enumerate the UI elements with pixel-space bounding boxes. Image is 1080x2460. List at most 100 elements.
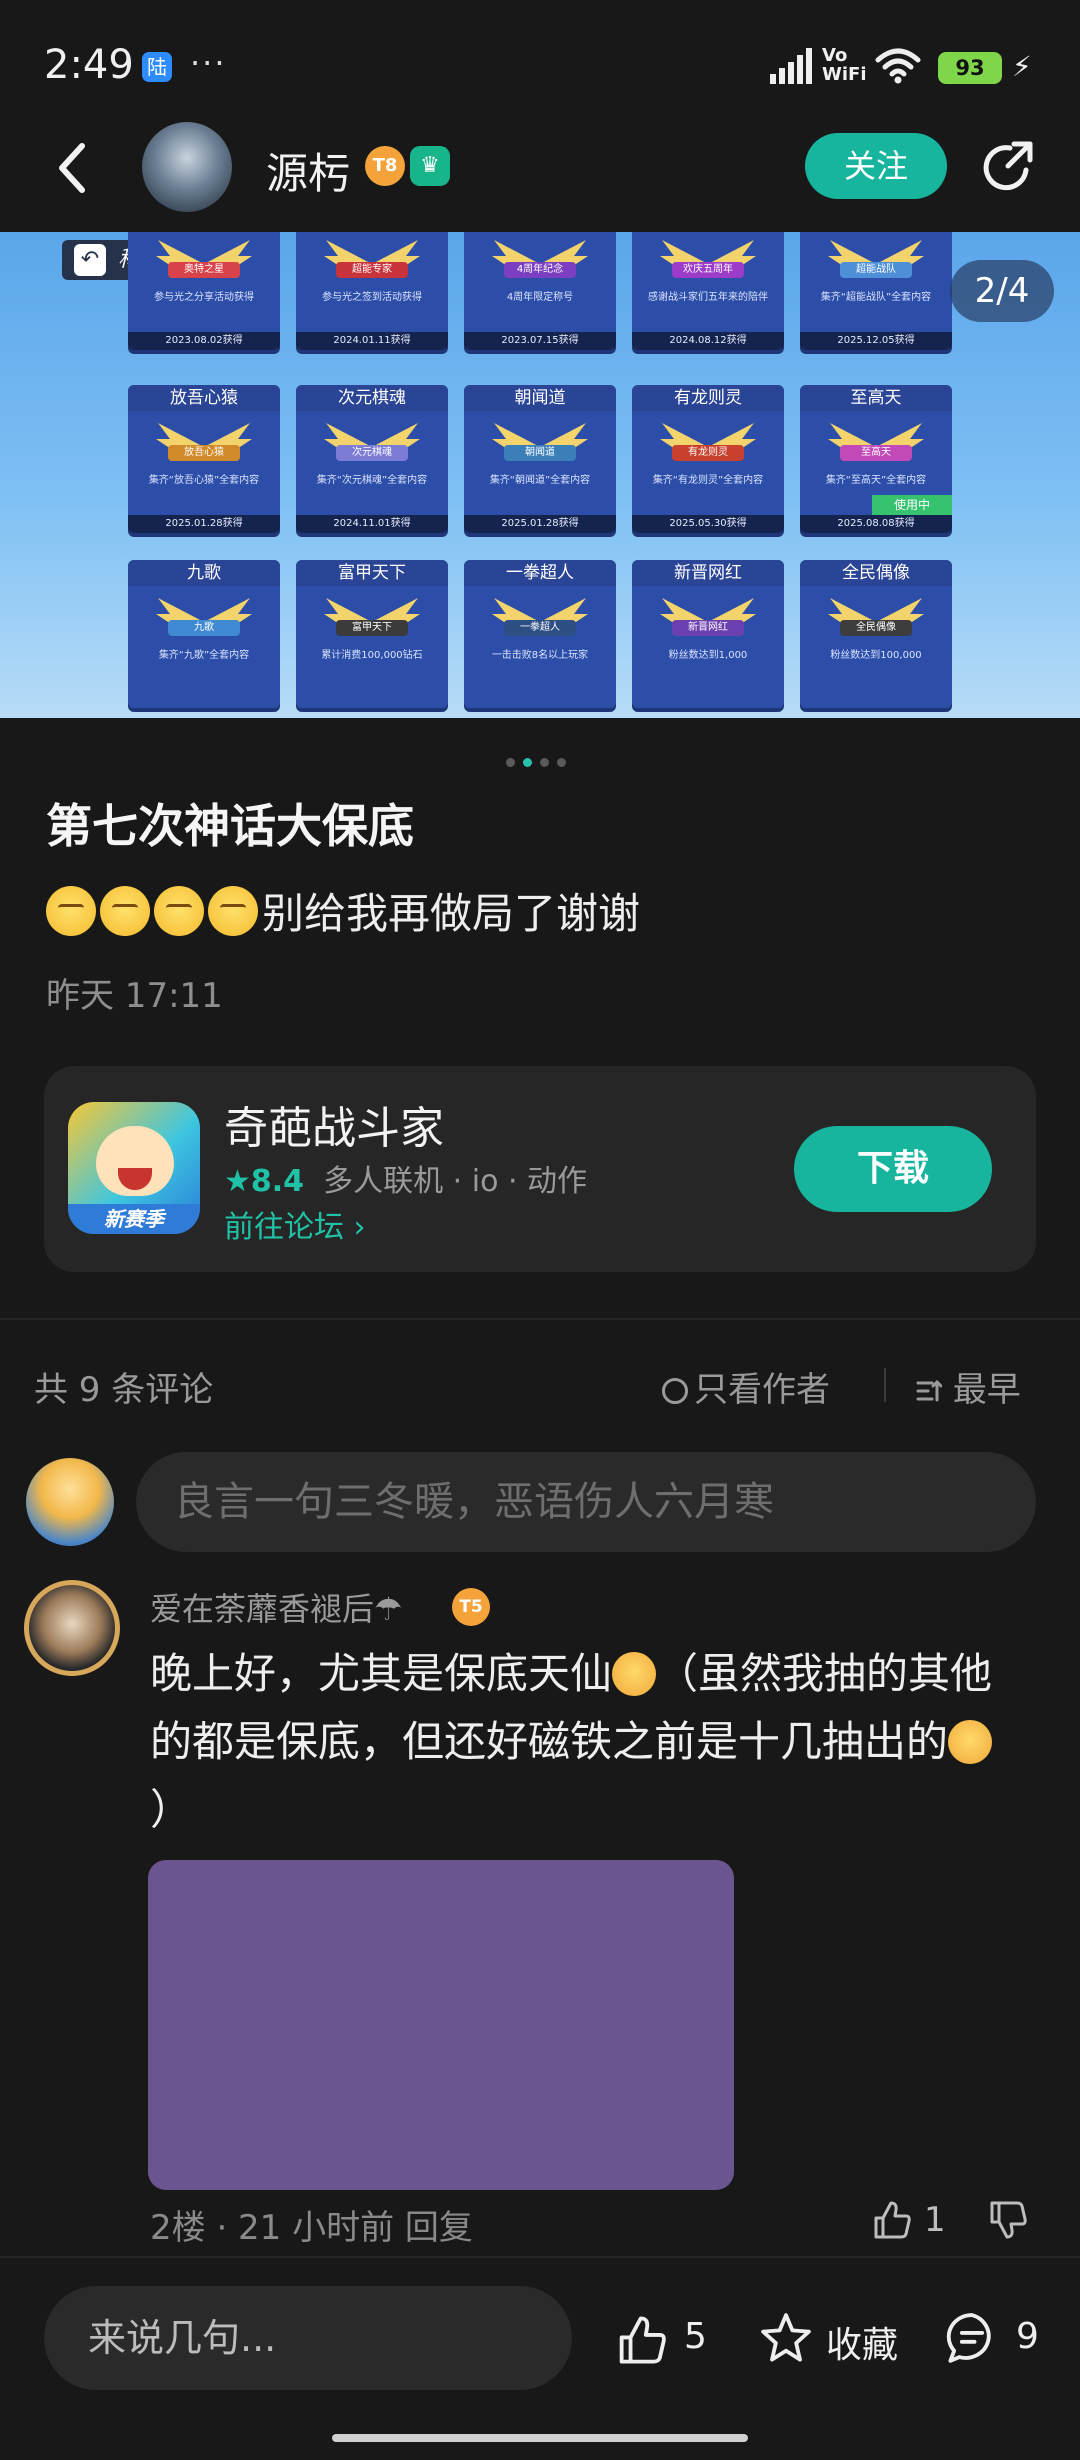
game-name[interactable]: 奇葩战斗家	[224, 1092, 444, 1156]
radio-circle-icon	[662, 1378, 688, 1404]
like-count: 5	[684, 2316, 707, 2357]
umbrella-icon: ☂	[374, 1590, 403, 1628]
title-tile[interactable]: 朝闻道 朝闻道 集齐“朝闻道”全套内容 2025.01.28获得	[464, 385, 616, 533]
title-emblem-label: 一拳超人	[504, 620, 576, 636]
toolbar-separator	[884, 1368, 886, 1402]
bottom-comment-input[interactable]: 来说几句...	[44, 2286, 572, 2390]
title-tile[interactable]: 全民偶像 全民偶像 粉丝数达到100,000	[800, 560, 952, 708]
post-body: 别给我再做局了谢谢	[46, 880, 640, 941]
charging-icon: ⚡	[1012, 50, 1032, 83]
back-arrow-icon[interactable]	[52, 138, 92, 198]
download-button[interactable]: 下载	[794, 1126, 992, 1212]
comment-dislike-icon[interactable]	[986, 2198, 1030, 2242]
title-emblem-label: 4周年纪念	[504, 262, 576, 278]
share-icon[interactable]	[980, 138, 1038, 196]
title-tile[interactable]: 超能专家超能专家参与光之签到活动获得2024.01.11获得	[296, 232, 448, 350]
commenter-name[interactable]: 爱在荼蘼香褪后☂	[150, 1584, 403, 1630]
follow-button[interactable]: 关注	[805, 133, 947, 199]
game-meta: ★8.4 多人联机 · io · 动作	[224, 1156, 587, 1200]
game-score: 8.4	[250, 1164, 305, 1199]
comment-image[interactable]	[148, 1860, 734, 2190]
bottom-bar-divider	[0, 2256, 1080, 2258]
title-tile-caption: 新晋网红	[632, 560, 784, 586]
carousel-page-indicator: 2/4	[950, 260, 1054, 322]
title-emblem-label: 奥特之星	[168, 262, 240, 278]
comment-count: 共 9 条评论	[34, 1370, 214, 1410]
title-tile-caption: 至高天	[800, 385, 952, 411]
title-tile-description: 粉丝数达到1,000	[668, 650, 748, 661]
title-tile-description: 感谢战斗家们五年来的陪伴	[648, 292, 768, 303]
sort-toggle[interactable]: 最早	[916, 1362, 1021, 1411]
title-tile[interactable]: 富甲天下 富甲天下 累计消费100,000钻石	[296, 560, 448, 708]
section-divider	[0, 1318, 1080, 1320]
author-name[interactable]: 源杇	[266, 140, 350, 201]
title-tile-caption: 九歌	[128, 560, 280, 586]
comment-text: 晚上好，尤其是保底天仙 （虽然我抽的其他的都是保底，但还好磁铁之前是十几抽出的）	[150, 1640, 1020, 1844]
title-tile[interactable]: 超能战队超能战队集齐“超能战队”全套内容2025.12.05获得	[800, 232, 952, 350]
heart-eyes-emoji-icon	[948, 1720, 993, 1764]
title-tile-caption: 全民偶像	[800, 560, 952, 586]
title-tile[interactable]: 有龙则灵 有龙则灵 集齐“有龙则灵”全套内容 2025.05.30获得	[632, 385, 784, 533]
sort-label: 最早	[952, 1370, 1021, 1410]
sort-icon	[916, 1379, 943, 1402]
title-grid: 奥特之星奥特之星参与光之分享活动获得2023.08.02获得超能专家超能专家参与…	[128, 232, 968, 718]
title-tile-description: 参与光之分享活动获得	[154, 292, 254, 303]
carousel-dot-active	[523, 758, 532, 767]
title-tile-caption: 朝闻道	[464, 385, 616, 411]
title-tile[interactable]: 欢庆五周年欢庆五周年感谢战斗家们五年来的陪伴2024.08.12获得	[632, 232, 784, 350]
game-tags: 多人联机 · io · 动作	[323, 1164, 588, 1199]
title-tile-description: 一击击败8名以上玩家	[491, 650, 589, 661]
home-indicator[interactable]	[332, 2434, 748, 2442]
comment-total-count: 9	[1016, 2316, 1039, 2357]
star-icon: ★	[224, 1164, 251, 1199]
image-carousel[interactable]: ↶ 称号 奥特之星奥特之星参与光之分享活动获得2023.08.02获得超能专家超…	[0, 232, 1080, 718]
title-tile-date: 2025.01.28获得	[128, 515, 280, 533]
title-tile-caption: 一拳超人	[464, 560, 616, 586]
trophy-badge-icon: ♛	[410, 146, 450, 186]
title-tile-caption: 有龙则灵	[632, 385, 784, 411]
title-emblem-label: 朝闻道	[504, 445, 576, 461]
title-emblem-label: 新晋网红	[672, 620, 744, 636]
title-emblem-label: 欢庆五周年	[672, 262, 744, 278]
title-tile[interactable]: 4周年纪念4周年纪念4周年限定称号2023.07.15获得	[464, 232, 616, 350]
like-icon[interactable]	[612, 2312, 672, 2368]
title-tile[interactable]: 九歌 九歌 集齐“九歌”全套内容	[128, 560, 280, 708]
commenter-avatar[interactable]	[24, 1580, 120, 1676]
author-avatar[interactable]	[142, 122, 232, 212]
title-tile-caption: 放吾心猿	[128, 385, 280, 411]
title-tile-description: 集齐“至高天”全套内容	[825, 475, 927, 486]
forum-link[interactable]: 前往论坛 ›	[224, 1202, 366, 1246]
title-tile-date: 2023.08.02获得	[128, 332, 280, 350]
title-tile-description: 集齐“超能战队”全套内容	[820, 292, 932, 303]
carousel-dot	[540, 758, 549, 767]
title-emblem-label: 全民偶像	[840, 620, 912, 636]
title-tile[interactable]: 奥特之星奥特之星参与光之分享活动获得2023.08.02获得	[128, 232, 280, 350]
author-only-toggle[interactable]: 只看作者	[662, 1362, 830, 1411]
comment-bubble-icon[interactable]	[942, 2310, 1002, 2366]
title-tile[interactable]: 新晋网红 新晋网红 粉丝数达到1,000	[632, 560, 784, 708]
comment-text-part: 晚上好，尤其是保底天仙	[150, 1649, 613, 1698]
game-app-icon[interactable]: 新赛季	[68, 1102, 200, 1234]
star-favorite-icon[interactable]	[756, 2310, 816, 2366]
title-emblem-label: 至高天	[840, 445, 912, 461]
eye-roll-emoji-icon	[46, 886, 96, 936]
title-tile-description: 参与光之签到活动获得	[322, 292, 422, 303]
title-tile-date: 2025.08.08获得	[800, 515, 952, 533]
game-icon-tag: 新赛季	[68, 1204, 200, 1234]
commenter-level-badge-icon: T5	[452, 1588, 490, 1626]
status-time: 2:49	[44, 42, 134, 88]
carousel-dots	[506, 752, 574, 767]
favorite-label[interactable]: 收藏	[826, 2316, 898, 2368]
title-tile[interactable]: 次元棋魂 次元棋魂 集齐“次元棋魂”全套内容 2024.11.01获得	[296, 385, 448, 533]
comment-meta[interactable]: 2楼 · 21 小时前 回复	[150, 2200, 473, 2249]
vowifi-label: Vo WiFi	[822, 45, 867, 85]
title-tile[interactable]: 放吾心猿 放吾心猿 集齐“放吾心猿”全套内容 2025.01.28获得	[128, 385, 280, 533]
eye-roll-emoji-icon	[208, 886, 258, 936]
comment-input[interactable]: 良言一句三冬暖，恶语伤人六月寒	[136, 1452, 1036, 1552]
commenter-name-text: 爱在荼蘼香褪后	[150, 1590, 375, 1628]
battery-icon: 93	[938, 52, 1002, 84]
title-tile[interactable]: 一拳超人 一拳超人 一击击败8名以上玩家	[464, 560, 616, 708]
title-tile[interactable]: 至高天 至高天 集齐“至高天”全套内容 2025.08.08获得 使用中	[800, 385, 952, 533]
signal-icon	[770, 48, 812, 84]
comment-like-icon[interactable]	[870, 2198, 914, 2242]
